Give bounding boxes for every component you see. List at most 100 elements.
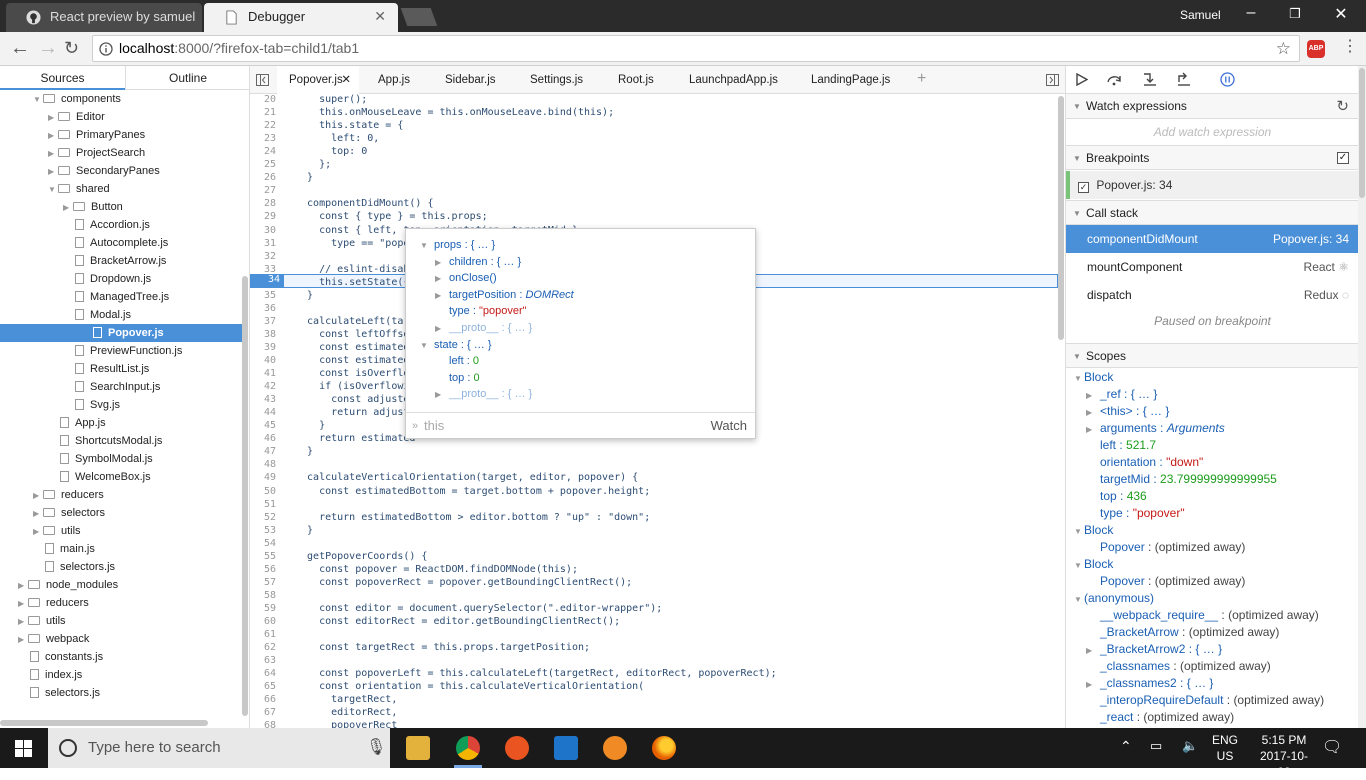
add-watch-expression-input[interactable]: Add watch expression	[1066, 120, 1359, 145]
breakpoint-line-marker[interactable]: 34	[250, 274, 284, 288]
tree-folder[interactable]: ▶ ProjectSearch	[48, 144, 145, 162]
line-number[interactable]: 39	[250, 342, 276, 353]
expanded-arrow-icon[interactable]: ▼	[33, 91, 43, 109]
line-number[interactable]: 38	[250, 329, 276, 340]
line-number[interactable]: 68	[250, 720, 276, 728]
preview-node[interactable]: ▶ targetPosition : DOMRect	[435, 289, 574, 301]
bookmark-star-icon[interactable]: ☆	[1276, 36, 1291, 61]
line-number[interactable]: 27	[250, 185, 276, 196]
collapsed-arrow-icon[interactable]: ▶	[1086, 388, 1100, 404]
editor-tab-landingpage[interactable]: LandingPage.js	[811, 66, 890, 94]
collapsed-arrow-icon[interactable]: ▶	[435, 258, 449, 267]
refresh-icon[interactable]: ↻	[1336, 94, 1349, 119]
scope-variable[interactable]: type : "popover"	[1086, 505, 1185, 521]
call-stack-header[interactable]: ▼ Call stack	[1066, 200, 1359, 225]
preview-node[interactable]: left : 0	[435, 355, 479, 367]
collapsed-arrow-icon[interactable]: ▶	[435, 291, 449, 300]
scope-variable[interactable]: __webpack_require__ : (optimized away)	[1086, 607, 1319, 623]
scope-variable[interactable]: _BracketArrow : (optimized away)	[1086, 624, 1279, 640]
expanded-arrow-icon[interactable]: ▼	[1074, 524, 1084, 540]
toggle-panes-icon[interactable]	[1046, 74, 1059, 86]
collapsed-arrow-icon[interactable]: ▶	[33, 487, 43, 505]
line-number[interactable]: 61	[250, 629, 276, 640]
line-number[interactable]: 23	[250, 133, 276, 144]
taskbar-search[interactable]: Type here to search 🎙	[48, 728, 390, 768]
pause-on-exceptions-icon[interactable]	[1220, 72, 1235, 87]
step-in-icon[interactable]	[1142, 72, 1158, 87]
tree-folder[interactable]: ▶ PrimaryPanes	[48, 126, 145, 144]
tree-folder[interactable]: ▶ reducers	[33, 486, 104, 504]
line-number[interactable]: 31	[250, 238, 276, 249]
tree-file[interactable]: index.js	[30, 666, 82, 684]
reload-icon[interactable]: ↻	[64, 37, 79, 59]
scope-variable[interactable]: _interopRequireDefault : (optimized away…	[1086, 692, 1324, 708]
collapsed-arrow-icon[interactable]: ▶	[435, 390, 449, 399]
scrollbar-thumb[interactable]	[1359, 68, 1365, 198]
scope-variable[interactable]: top : 436	[1086, 488, 1147, 504]
tree-file[interactable]: ManagedTree.js	[75, 288, 169, 306]
watch-button[interactable]: Watch	[711, 413, 747, 439]
browser-tab-react-preview[interactable]: React preview by samuel	[6, 3, 202, 32]
line-number[interactable]: 22	[250, 120, 276, 131]
tree-file[interactable]: Dropdown.js	[75, 270, 151, 288]
forward-icon[interactable]: →	[38, 37, 58, 59]
collapsed-arrow-icon[interactable]: ▶	[18, 595, 28, 613]
step-over-icon[interactable]	[1106, 73, 1122, 86]
editor-tab-settings[interactable]: Settings.js	[530, 66, 583, 94]
scope-variable[interactable]: Popover : (optimized away)	[1086, 573, 1245, 589]
editor-tab-popover[interactable]: Popover.js ✕	[277, 66, 359, 94]
line-number[interactable]: 55	[250, 551, 276, 562]
line-number[interactable]: 24	[250, 146, 276, 157]
call-stack-frame[interactable]: componentDidMount Popover.js: 34	[1066, 225, 1359, 253]
sources-hscrollbar[interactable]	[0, 720, 208, 726]
line-number[interactable]: 43	[250, 394, 276, 405]
expanded-arrow-icon[interactable]: ▼	[48, 181, 58, 199]
line-number[interactable]: 32	[250, 251, 276, 262]
menu-icon[interactable]: ⋮	[1342, 38, 1358, 56]
scope-group[interactable]: ▼ Block	[1074, 522, 1113, 540]
call-stack-frame[interactable]: mountComponent React ⚛	[1066, 253, 1359, 281]
line-number[interactable]: 26	[250, 172, 276, 183]
line-number[interactable]: 45	[250, 420, 276, 431]
line-number[interactable]: 44	[250, 407, 276, 418]
line-number[interactable]: 50	[250, 486, 276, 497]
system-clock[interactable]: 5:15 PM 2017-10-02	[1254, 732, 1314, 780]
chrome-icon[interactable]	[456, 736, 480, 760]
editor-tab-app[interactable]: App.js	[378, 66, 410, 94]
breakpoint-item[interactable]: ✓ Popover.js: 34	[1066, 171, 1359, 199]
scope-variable[interactable]: targetMid : 23.799999999999955	[1086, 471, 1277, 487]
collapsed-arrow-icon[interactable]: ▶	[48, 109, 58, 127]
adblock-icon[interactable]: ABP	[1307, 40, 1325, 58]
resume-icon[interactable]	[1076, 73, 1088, 86]
firefox-icon[interactable]	[652, 736, 676, 760]
line-number[interactable]: 63	[250, 655, 276, 666]
tree-folder[interactable]: ▼ shared	[48, 180, 110, 198]
scope-variable[interactable]: ▶ _BracketArrow2 : { … }	[1086, 641, 1222, 659]
tree-file[interactable]: Svg.js	[75, 396, 120, 414]
editor-scrollbar[interactable]	[1058, 96, 1064, 340]
line-number[interactable]: 29	[250, 211, 276, 222]
preview-node[interactable]: ▶ onClose()	[435, 272, 497, 284]
collapsed-arrow-icon[interactable]: ▶	[33, 523, 43, 541]
tree-file[interactable]: PreviewFunction.js	[75, 342, 182, 360]
show-hidden-icons[interactable]: ⌃	[1120, 738, 1132, 755]
line-number[interactable]: 46	[250, 433, 276, 444]
tree-folder[interactable]: ▶ Button	[63, 198, 123, 216]
line-number[interactable]: 64	[250, 668, 276, 679]
new-tab-button[interactable]	[400, 8, 438, 26]
collapsed-arrow-icon[interactable]: ▶	[18, 613, 28, 631]
line-number[interactable]: 25	[250, 159, 276, 170]
tree-file[interactable]: constants.js	[30, 648, 103, 666]
input-language[interactable]: ENG US	[1212, 732, 1238, 764]
tree-file[interactable]: main.js	[45, 540, 95, 558]
tree-folder[interactable]: ▶ selectors	[33, 504, 105, 522]
collapsed-arrow-icon[interactable]: ▶	[48, 145, 58, 163]
expanded-arrow-icon[interactable]: ▼	[420, 341, 434, 350]
collapsed-arrow-icon[interactable]: ▶	[1086, 422, 1100, 438]
tree-folder[interactable]: ▶ reducers	[18, 594, 89, 612]
collapsed-arrow-icon[interactable]: ▶	[1086, 643, 1100, 659]
editor-tab-sidebar[interactable]: Sidebar.js	[445, 66, 496, 94]
line-number[interactable]: 42	[250, 381, 276, 392]
volume-mute-icon[interactable]: 🔈	[1182, 738, 1198, 754]
preview-node[interactable]: top : 0	[435, 372, 480, 384]
